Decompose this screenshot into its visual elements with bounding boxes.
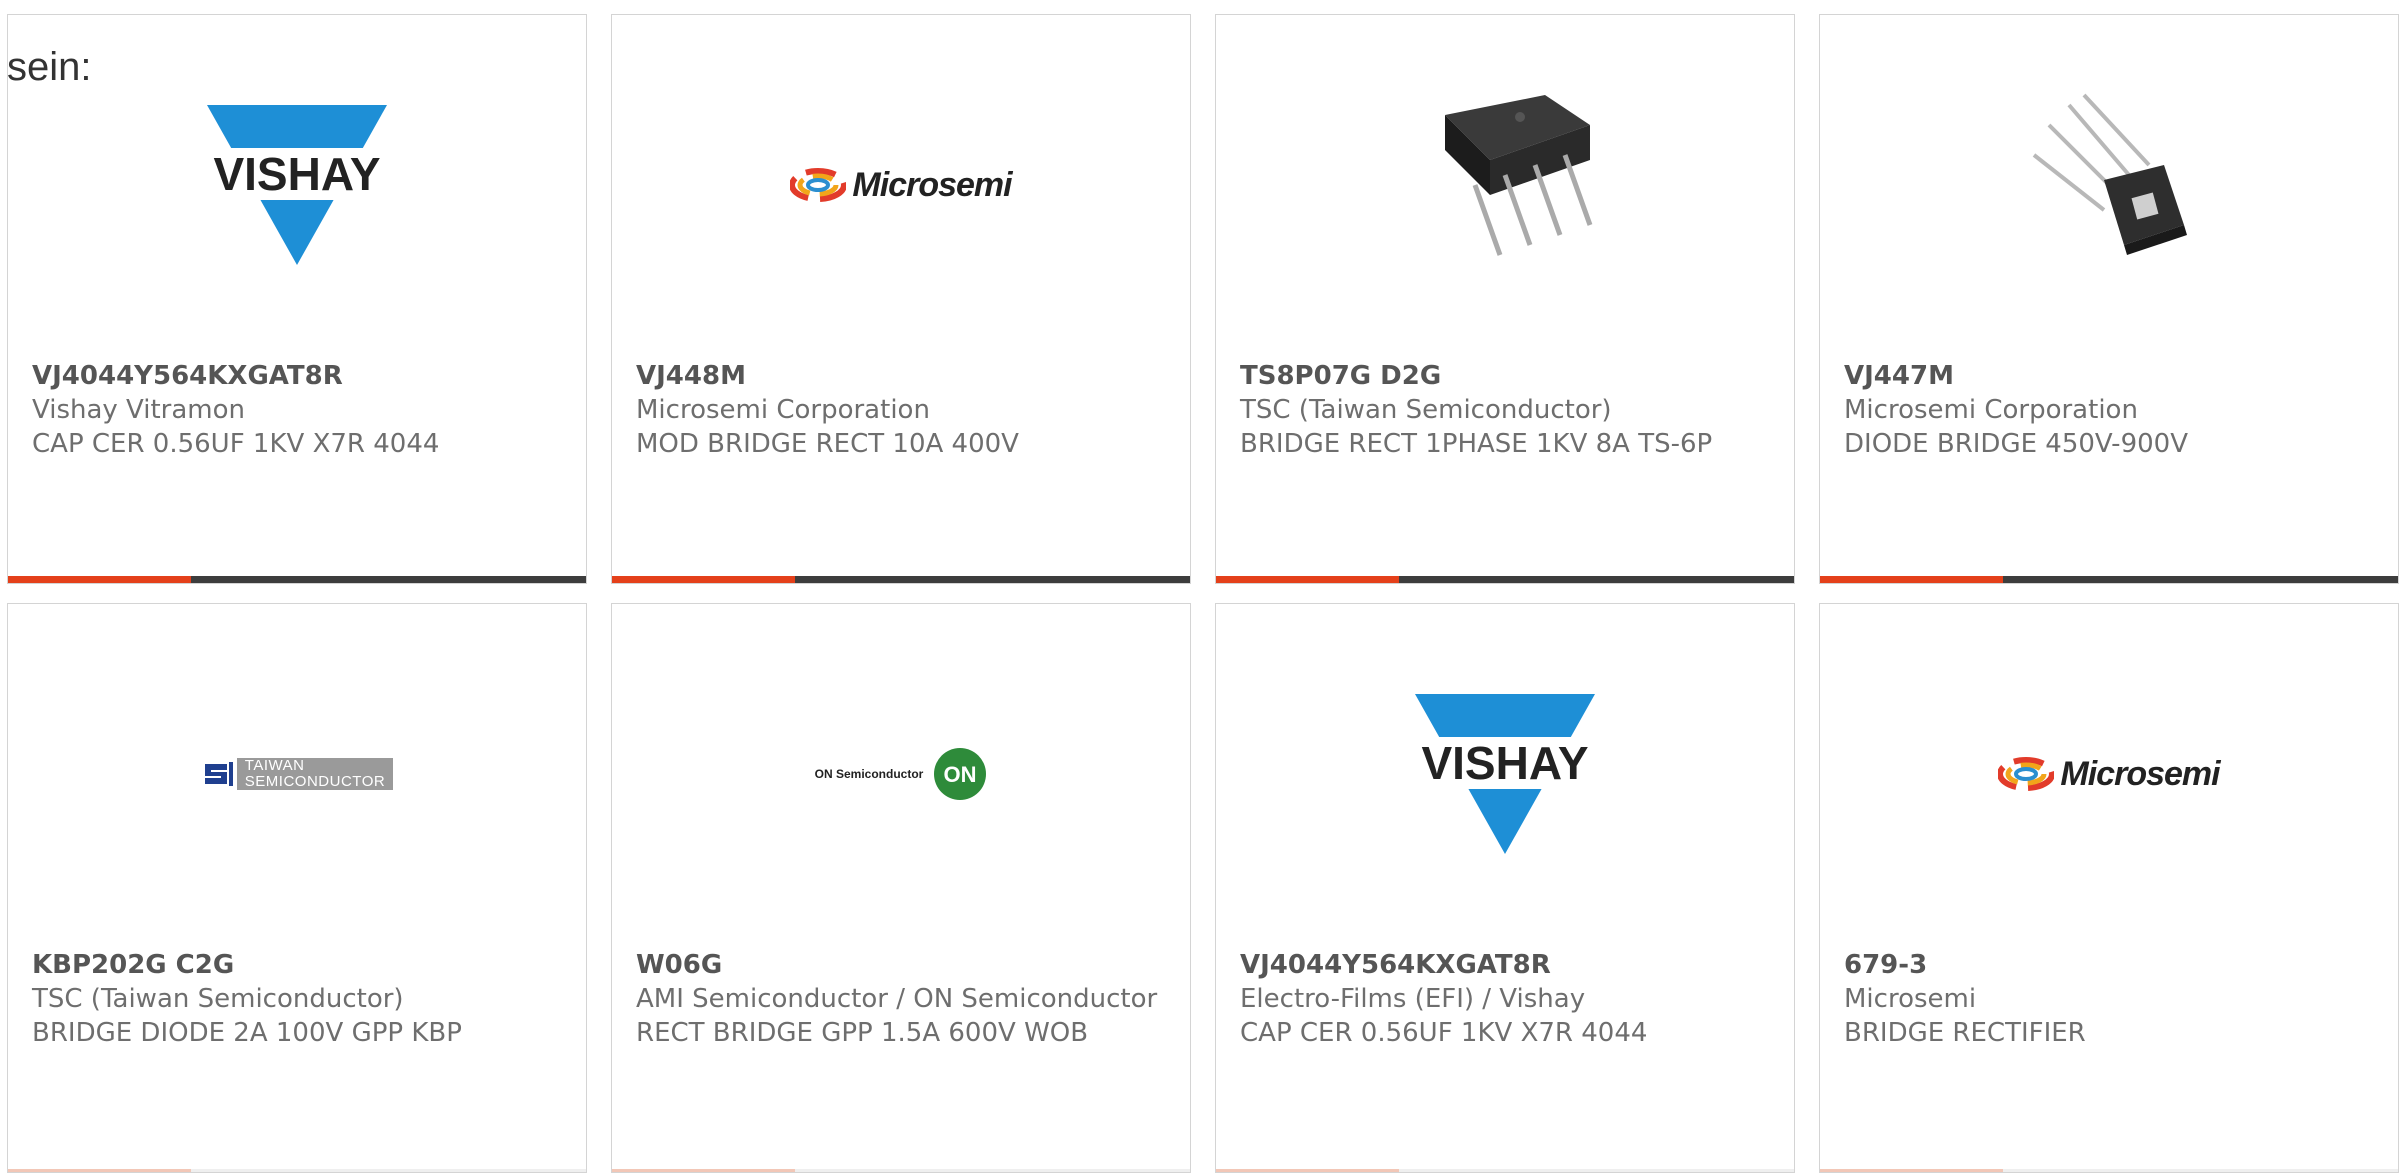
card-bar [8,1169,586,1172]
microsemi-logo: Microsemi [612,65,1190,305]
product-card[interactable]: VJ447M Microsemi Corporation DIODE BRIDG… [1819,14,2399,584]
intro-text: sein: [7,45,92,89]
svg-text:VISHAY: VISHAY [1421,737,1588,789]
vishay-logo: VISHAY [1216,654,1794,894]
microsemi-logo: Microsemi [1820,654,2398,894]
part-number: TS8P07G D2G [1240,361,1442,391]
card-bar [1216,1169,1794,1172]
part-number: VJ4044Y564KXGAT8R [32,361,343,391]
svg-text:VISHAY: VISHAY [213,148,380,200]
product-card[interactable]: TAIWAN SEMICONDUCTOR KBP202G C2G TSC (Ta… [7,603,587,1173]
card-bar [612,1169,1190,1172]
product-card[interactable]: TS8P07G D2G TSC (Taiwan Semiconductor) B… [1215,14,1795,584]
svg-text:ON: ON [944,762,977,787]
manufacturer: Vishay Vitramon [32,395,246,425]
taiwan-semiconductor-logo: TAIWAN SEMICONDUCTOR [8,654,586,894]
on-semiconductor-logo: ON Semiconductor ON [612,654,1190,894]
description: DIODE BRIDGE 450V-900V [1844,429,2188,459]
description: RECT BRIDGE GPP 1.5A 600V WOB [636,1018,1089,1048]
manufacturer: Electro-Films (EFI) / Vishay [1240,984,1586,1014]
manufacturer: Microsemi [1844,984,1977,1014]
description: BRIDGE RECT 1PHASE 1KV 8A TS-6P [1240,429,1713,459]
product-card[interactable]: Microsemi 679-3 Microsemi BRIDGE RECTIFI… [1819,603,2399,1173]
vishay-logo: VISHAY [8,65,586,305]
description: MOD BRIDGE RECT 10A 400V [636,429,1019,459]
manufacturer: Microsemi Corporation [636,395,930,425]
part-number: VJ448M [636,361,746,391]
bridge-rectifier-photo [1216,65,1794,305]
product-card[interactable]: ON Semiconductor ON W06G AMI Semiconduct… [611,603,1191,1173]
description: CAP CER 0.56UF 1KV X7R 4044 [32,429,440,459]
description: CAP CER 0.56UF 1KV X7R 4044 [1240,1018,1648,1048]
part-number: 679-3 [1844,950,1928,980]
part-number: VJ447M [1844,361,1954,391]
product-card[interactable]: Microsemi VJ448M Microsemi Corporation M… [611,14,1191,584]
square-bridge-photo [1820,65,2398,305]
part-number: KBP202G C2G [32,950,235,980]
manufacturer: TSC (Taiwan Semiconductor) [32,984,404,1014]
manufacturer: Microsemi Corporation [1844,395,2138,425]
part-number: W06G [636,950,723,980]
product-card[interactable]: VISHAY VJ4044Y564KXGAT8R Vishay Vitramon… [7,14,587,584]
product-card[interactable]: VISHAY VJ4044Y564KXGAT8R Electro-Films (… [1215,603,1795,1173]
card-bar [1216,576,1794,583]
card-bar [8,576,586,583]
description: BRIDGE RECTIFIER [1844,1018,2086,1048]
manufacturer: AMI Semiconductor / ON Semiconductor [636,984,1158,1014]
description: BRIDGE DIODE 2A 100V GPP KBP [32,1018,462,1048]
card-bar [1820,576,2398,583]
manufacturer: TSC (Taiwan Semiconductor) [1240,395,1612,425]
card-bar [612,576,1190,583]
part-number: VJ4044Y564KXGAT8R [1240,950,1551,980]
card-bar [1820,1169,2398,1172]
